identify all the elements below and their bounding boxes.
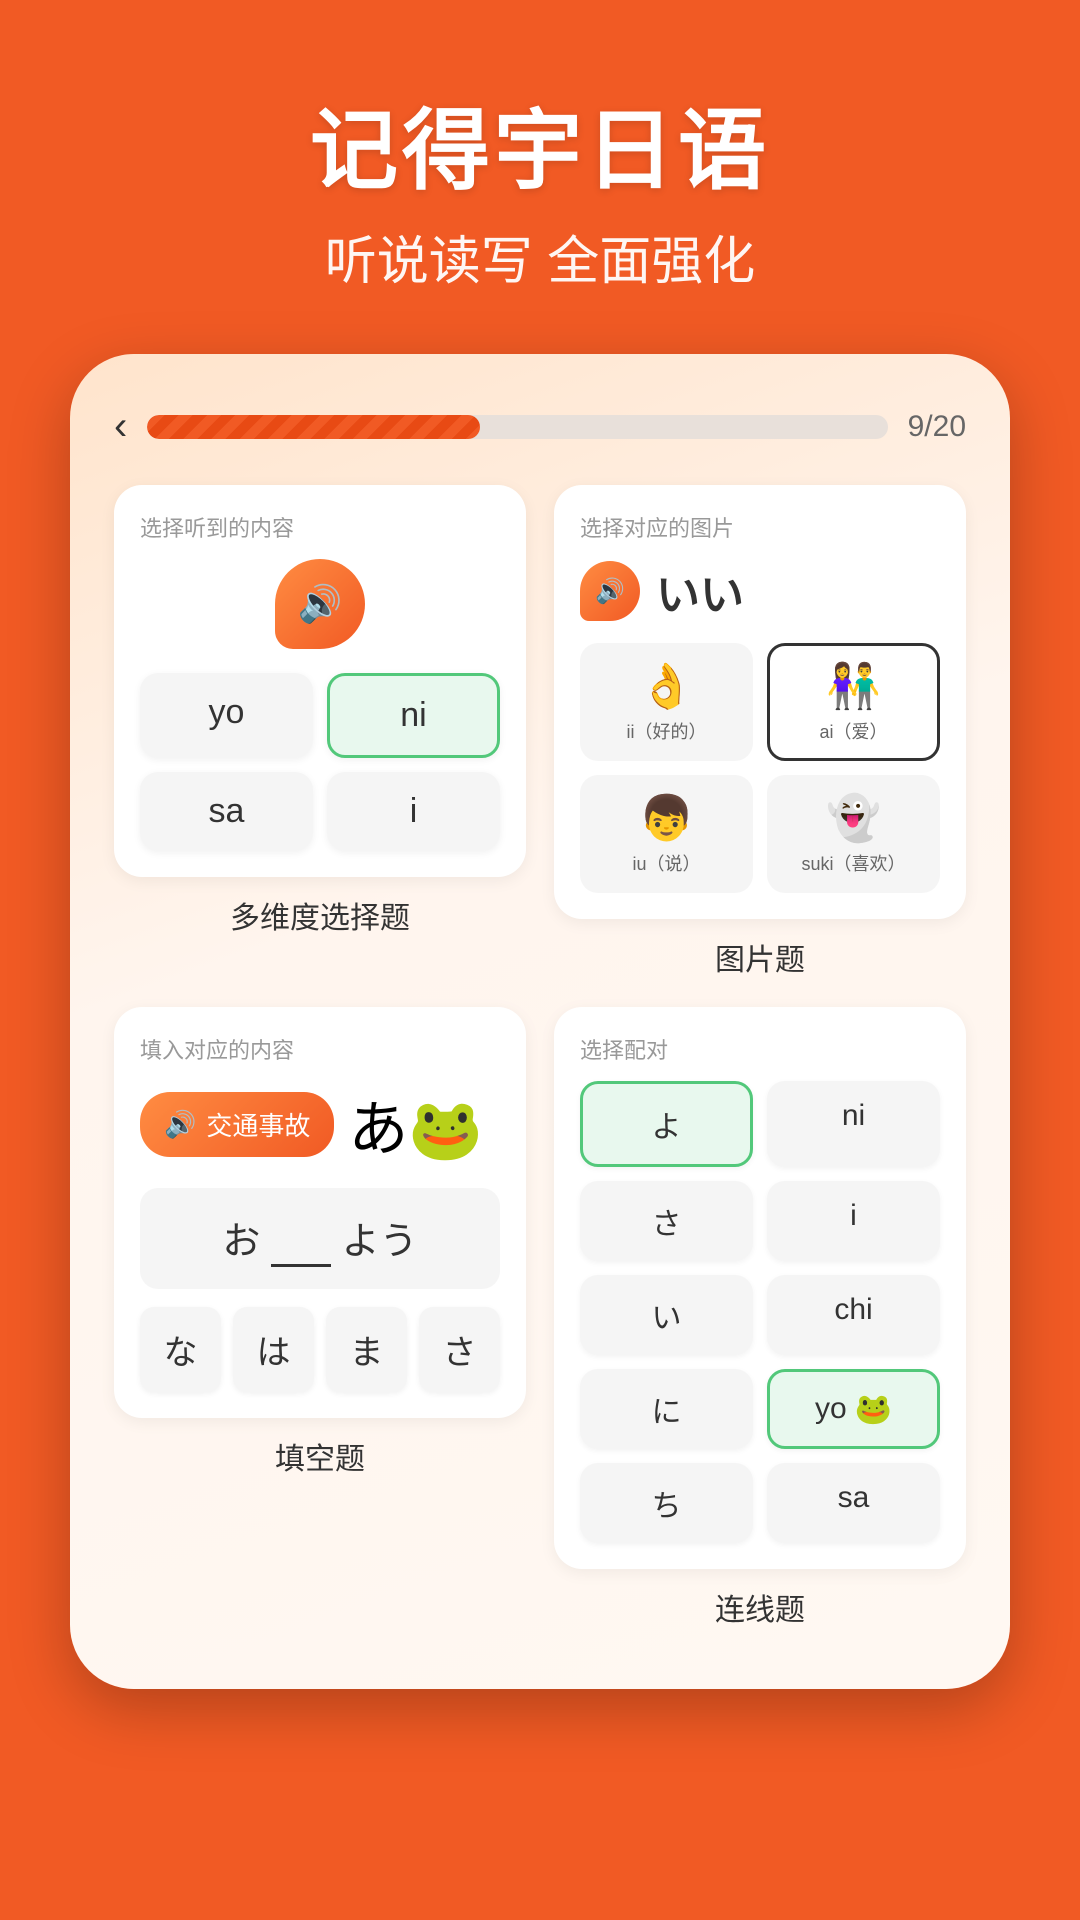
app-title: 记得宇日语 xyxy=(310,80,770,207)
cards-grid: 选择听到的内容 🔊 yo ni sa i 多维度选择题 选择对应的图片 🔊 い xyxy=(114,485,966,1629)
match-grid: よ ni さ i い chi に yo 🐸 ち sa xyxy=(580,1081,940,1543)
fill-blank-card: 填入对应的内容 🔊 交通事故 あ🐸 お よう な は ま xyxy=(114,1007,526,1418)
card2-label: 选择对应的图片 xyxy=(580,511,940,543)
match-left-ni[interactable]: に xyxy=(580,1369,753,1449)
mascot-small: 🐸 xyxy=(855,1392,892,1427)
matching-card: 选择配对 よ ni さ i い chi に yo 🐸 ち sa xyxy=(554,1007,966,1569)
match-left-i[interactable]: い xyxy=(580,1275,753,1355)
card1-bottom-label: 多维度选择题 xyxy=(114,893,526,937)
choices-grid: yo ni sa i xyxy=(140,673,500,851)
img-label-suki: suki（喜欢） xyxy=(801,854,905,874)
progress-counter: 9/20 xyxy=(908,410,966,444)
img-choice-iu[interactable]: 👦 iu（说） xyxy=(580,775,753,893)
img-label-iu: iu（说） xyxy=(632,854,700,874)
card2-wrapper: 选择对应的图片 🔊 いい 👌 ii（好的） 👫 ai（爱） 👦 xyxy=(554,485,966,979)
card2-sound-button[interactable]: 🔊 xyxy=(580,561,640,621)
choice-ni[interactable]: ni xyxy=(327,673,500,758)
sound-button[interactable]: 🔊 xyxy=(275,559,365,649)
progress-bar-background xyxy=(147,415,887,439)
card3-label: 填入对应的内容 xyxy=(140,1033,500,1065)
image-choice-card: 选择对应的图片 🔊 いい 👌 ii（好的） 👫 ai（爱） 👦 xyxy=(554,485,966,919)
card1-label: 选择听到的内容 xyxy=(140,511,500,543)
image-choices: 👌 ii（好的） 👫 ai（爱） 👦 iu（说） 👻 suki（喜欢） xyxy=(580,643,940,893)
img-label-ii: ii（好的） xyxy=(627,722,707,742)
choice-sa[interactable]: sa xyxy=(140,772,313,851)
phone-mockup: ‹ 9/20 选择听到的内容 🔊 yo ni sa i 多维度选择题 xyxy=(70,354,1010,1689)
multiple-choice-card: 选择听到的内容 🔊 yo ni sa i xyxy=(114,485,526,877)
match-left-sa[interactable]: さ xyxy=(580,1181,753,1261)
match-left-chi[interactable]: ち xyxy=(580,1463,753,1543)
img-choice-ii[interactable]: 👌 ii（好的） xyxy=(580,643,753,761)
emoji-couple: 👫 xyxy=(784,660,923,712)
match-right-ni[interactable]: ni xyxy=(767,1081,940,1167)
choice-yo[interactable]: yo xyxy=(140,673,313,758)
card4-wrapper: 选择配对 よ ni さ i い chi に yo 🐸 ち sa 连线题 xyxy=(554,1007,966,1629)
back-button[interactable]: ‹ xyxy=(114,404,127,449)
card3-wrapper: 填入对应的内容 🔊 交通事故 あ🐸 お よう な は ま xyxy=(114,1007,526,1629)
match-right-sa[interactable]: sa xyxy=(767,1463,940,1543)
emoji-ghost: 👻 xyxy=(784,792,923,844)
char-ha[interactable]: は xyxy=(233,1307,314,1392)
match-left-yo[interactable]: よ xyxy=(580,1081,753,1167)
match-right-chi[interactable]: chi xyxy=(767,1275,940,1355)
audio-icon: 🔊 xyxy=(164,1109,196,1140)
blank-line xyxy=(271,1221,331,1267)
card4-bottom-label: 连线题 xyxy=(554,1585,966,1629)
card4-label: 选择配对 xyxy=(580,1033,940,1065)
card3-audio-row: 🔊 交通事故 あ🐸 xyxy=(140,1081,500,1168)
sentence-after: よう xyxy=(342,1221,418,1263)
choice-i[interactable]: i xyxy=(327,772,500,851)
audio-text: 交通事故 xyxy=(206,1106,310,1143)
card3-bottom-label: 填空题 xyxy=(114,1434,526,1478)
card2-bottom-label: 图片题 xyxy=(554,935,966,979)
emoji-boy: 👦 xyxy=(597,792,736,844)
char-sa[interactable]: さ xyxy=(419,1307,500,1392)
img-choice-ai[interactable]: 👫 ai（爱） xyxy=(767,643,940,761)
card2-sound-row: 🔊 いい xyxy=(580,559,940,623)
match-right-yo[interactable]: yo 🐸 xyxy=(767,1369,940,1449)
audio-pill[interactable]: 🔊 交通事故 xyxy=(140,1092,334,1157)
hiragana-display: いい xyxy=(656,559,744,623)
card1-sound-wrap: 🔊 xyxy=(140,559,500,649)
fill-sentence: お よう xyxy=(140,1188,500,1289)
app-subtitle: 听说读写 全面强化 xyxy=(310,219,770,294)
char-na[interactable]: な xyxy=(140,1307,221,1392)
sentence-before: お xyxy=(222,1221,260,1263)
char-options: な は ま さ xyxy=(140,1307,500,1392)
mascot-hiragana: あ🐸 xyxy=(348,1081,483,1168)
img-label-ai: ai（爱） xyxy=(819,722,887,742)
progress-bar-fill xyxy=(147,415,480,439)
img-choice-suki[interactable]: 👻 suki（喜欢） xyxy=(767,775,940,893)
card1-wrapper: 选择听到的内容 🔊 yo ni sa i 多维度选择题 xyxy=(114,485,526,979)
char-ma[interactable]: ま xyxy=(326,1307,407,1392)
progress-row: ‹ 9/20 xyxy=(114,404,966,449)
match-right-i[interactable]: i xyxy=(767,1181,940,1261)
header: 记得宇日语 听说读写 全面强化 xyxy=(270,0,810,334)
emoji-ok: 👌 xyxy=(597,660,736,712)
